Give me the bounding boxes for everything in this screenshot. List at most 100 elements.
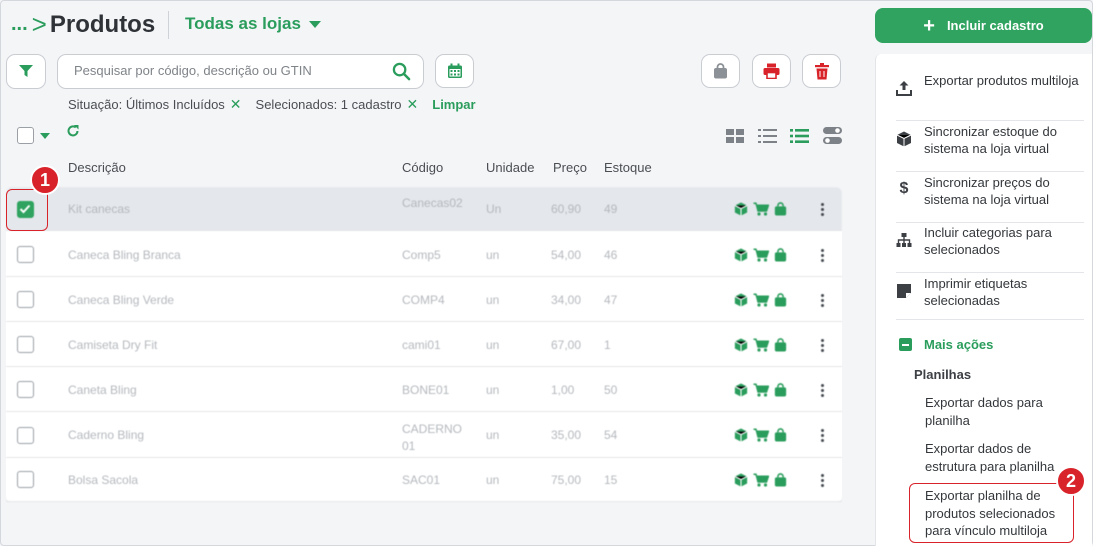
box-icon: [734, 202, 748, 216]
cell-codigo: BONE01: [402, 382, 450, 397]
row-checkbox[interactable]: [17, 471, 34, 488]
cell-preco: 1,00: [551, 382, 575, 397]
plus-icon: +: [923, 14, 935, 37]
shopping-bag-icon: [774, 472, 787, 486]
toggle-view-icon[interactable]: [823, 127, 842, 145]
cell-codigo: SAC01: [402, 472, 441, 487]
action-label: Sincronizar preços do sistema na loja vi…: [924, 175, 1050, 207]
breadcrumb-back-link[interactable]: ...: [11, 13, 28, 36]
annotation-highlight-export: [909, 483, 1074, 543]
row-checkbox[interactable]: [17, 246, 34, 263]
cell-preco: 60,90: [551, 202, 582, 216]
cell-estoque: 47: [604, 292, 618, 307]
action-label: Imprimir etiquetas selecionadas: [924, 276, 1028, 308]
refresh-icon[interactable]: [66, 124, 80, 138]
cell-estoque: 1: [604, 337, 611, 352]
more-actions-toggle[interactable]: Mais ações: [899, 337, 993, 352]
search-input[interactable]: [74, 63, 374, 78]
cell-descricao: Caneca Bling Verde: [68, 292, 175, 307]
select-all-checkbox[interactable]: [17, 127, 34, 144]
grid-view-icon[interactable]: [726, 129, 744, 143]
row-menu-kebab-icon[interactable]: [821, 473, 825, 487]
col-header-codigo[interactable]: Código: [402, 160, 443, 175]
include-record-button[interactable]: + Incluir cadastro: [875, 8, 1092, 43]
table-row[interactable]: Kit canecas Canecas02 Un 60,90 49: [6, 187, 842, 231]
cell-estoque: 54: [604, 428, 618, 442]
table-row[interactable]: Bolsa Sacola SAC01 un 75,00 15: [6, 457, 842, 502]
cell-unidade: un: [486, 292, 500, 307]
annotation-highlight-checkbox: [6, 189, 48, 231]
annotation-badge-2: 2: [1056, 466, 1086, 496]
clear-filters-link[interactable]: Limpar: [432, 97, 475, 112]
row-menu-kebab-icon[interactable]: [821, 293, 825, 307]
row-menu-kebab-icon[interactable]: [821, 383, 825, 397]
row-checkbox[interactable]: [17, 291, 34, 308]
action-include-categories[interactable]: Incluir categorias para selecionados: [896, 224, 1084, 273]
detailed-list-view-icon[interactable]: [790, 129, 809, 143]
filter-chip-situacao: Situação: Últimos Incluídos: [68, 97, 225, 112]
col-header-preco[interactable]: Preço: [553, 160, 587, 175]
chevron-right-icon: >: [31, 9, 47, 39]
caret-down-icon: [308, 20, 321, 28]
export-spreadsheet-link[interactable]: Exportar dados para planilha: [925, 394, 1075, 429]
remove-selecionados-filter[interactable]: ✕: [407, 96, 419, 113]
cell-descricao: Kit canecas: [68, 202, 131, 216]
cart-icon: [753, 338, 769, 352]
row-status-icons: [734, 472, 787, 487]
table-row[interactable]: Camiseta Dry Fit cami01 un 67,00 1: [6, 322, 842, 367]
shopping-bag-icon: [714, 63, 727, 79]
cell-preco: 34,00: [551, 292, 582, 307]
store-selector[interactable]: Todas as lojas: [185, 14, 321, 34]
cell-descricao: Camiseta Dry Fit: [68, 337, 158, 352]
cell-codigo: COMP4: [402, 292, 445, 307]
select-menu-caret-icon[interactable]: [40, 133, 50, 139]
shopping-bag-icon: [774, 428, 787, 442]
cell-unidade: un: [486, 382, 500, 397]
row-checkbox[interactable]: [17, 381, 34, 398]
row-checkbox[interactable]: [17, 426, 34, 444]
active-filters: Situação: Últimos Incluídos ✕ Selecionad…: [68, 96, 476, 113]
box-icon: [734, 247, 748, 262]
row-status-icons: [734, 337, 787, 352]
row-menu-kebab-icon[interactable]: [821, 338, 825, 352]
action-sync-stock[interactable]: Sincronizar estoque do sistema na loja v…: [896, 123, 1084, 172]
cell-descricao: Caderno Bling: [68, 428, 145, 442]
action-label: Exportar produtos multiloja: [924, 73, 1079, 88]
cell-codigo: Comp5: [402, 247, 441, 262]
header-divider: [168, 11, 169, 39]
action-print-labels[interactable]: Imprimir etiquetas selecionadas: [896, 275, 1084, 320]
table-row[interactable]: Caneca Bling Verde COMP4 un 34,00 47: [6, 277, 842, 322]
row-menu-kebab-icon[interactable]: [821, 429, 825, 442]
col-header-estoque[interactable]: Estoque: [604, 160, 652, 175]
delete-button[interactable]: [802, 54, 841, 88]
cell-estoque: 46: [604, 247, 618, 262]
cell-estoque: 50: [604, 382, 618, 397]
row-status-icons: [734, 428, 787, 442]
row-checkbox[interactable]: [17, 336, 34, 353]
row-menu-kebab-icon[interactable]: [821, 248, 825, 262]
cell-preco: 67,00: [551, 337, 582, 352]
dollar-icon: $: [899, 180, 909, 197]
filter-button[interactable]: [6, 54, 46, 89]
action-label: Sincronizar estoque do sistema na loja v…: [924, 124, 1057, 156]
action-export-multiloja[interactable]: Exportar produtos multiloja: [896, 72, 1084, 121]
remove-situacao-filter[interactable]: ✕: [230, 96, 242, 113]
store-selector-label: Todas as lojas: [185, 14, 301, 33]
print-button[interactable]: [752, 54, 791, 88]
calendar-button[interactable]: [435, 54, 474, 88]
box-icon: [734, 382, 748, 397]
table-row[interactable]: Caderno Bling CADERNO 01 un 35,00 54: [6, 412, 842, 458]
store-bag-button[interactable]: [701, 54, 740, 88]
col-header-descricao[interactable]: Descrição: [68, 160, 126, 175]
table-row[interactable]: Caneca Bling Branca Comp5 un 54,00 46: [6, 232, 842, 277]
table-row[interactable]: Caneta Bling BONE01 un 1,00 50: [6, 367, 842, 412]
search-icon[interactable]: [392, 62, 411, 81]
action-sync-prices[interactable]: $ Sincronizar preços do sistema na loja …: [896, 174, 1084, 223]
cart-icon: [753, 293, 769, 307]
list-view-icon[interactable]: [758, 129, 777, 143]
cell-preco: 75,00: [551, 472, 582, 487]
row-menu-kebab-icon[interactable]: [821, 203, 825, 216]
cell-codigo: CADERNO 01: [402, 422, 463, 453]
col-header-unidade[interactable]: Unidade: [486, 160, 534, 175]
cell-unidade: un: [486, 428, 500, 442]
